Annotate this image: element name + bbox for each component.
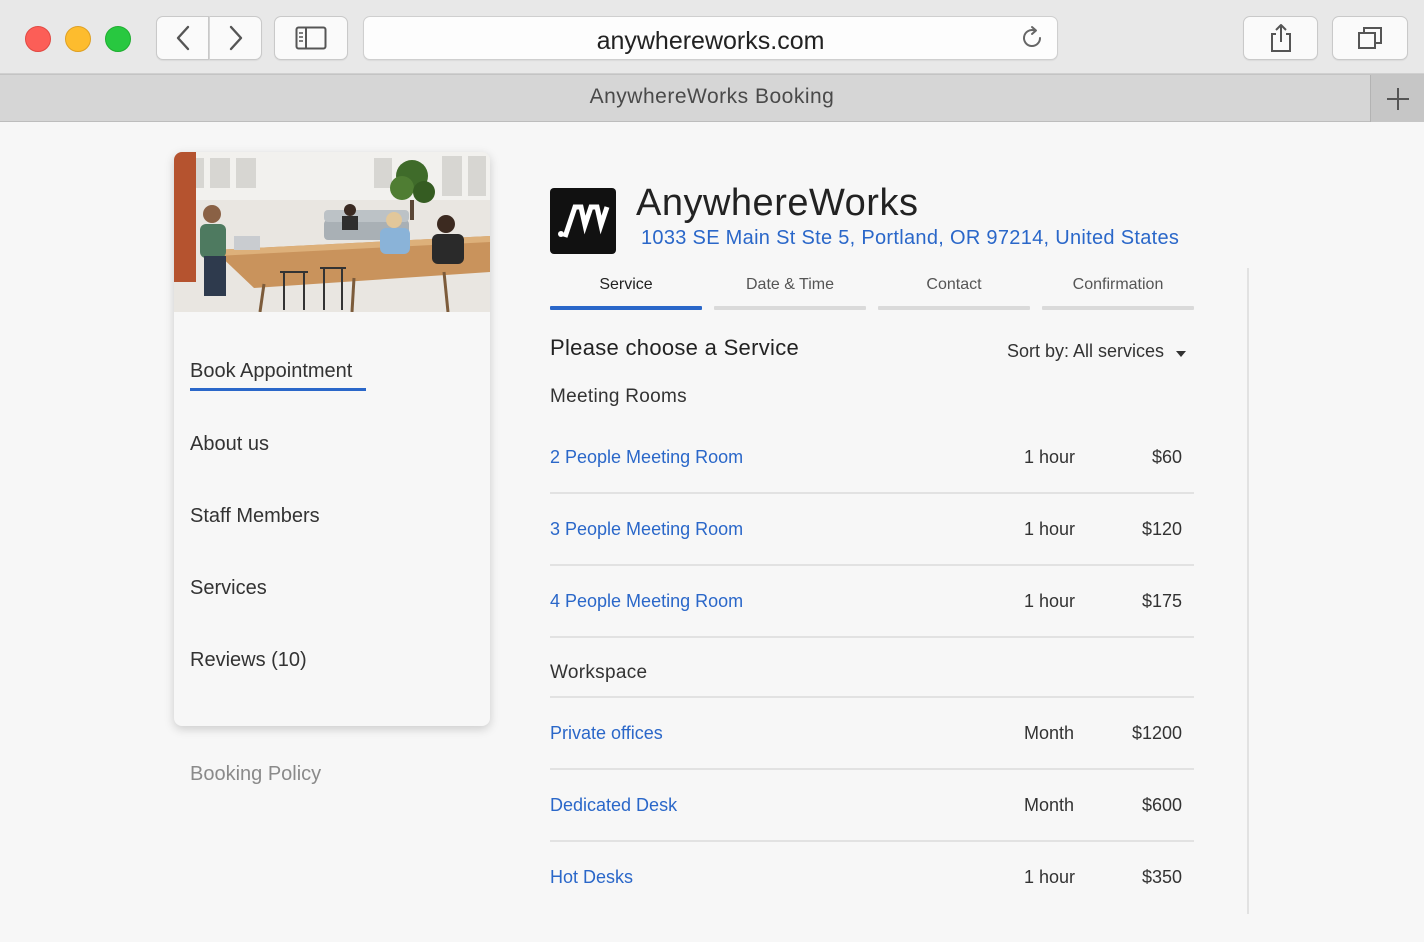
- business-name: AnywhereWorks: [636, 182, 919, 224]
- tab-date-time[interactable]: Date & Time: [714, 276, 866, 294]
- service-link[interactable]: 2 People Meeting Room: [550, 447, 743, 468]
- service-link[interactable]: Private offices: [550, 723, 663, 744]
- service-link[interactable]: Hot Desks: [550, 867, 633, 888]
- service-duration: 1 hour: [1024, 447, 1076, 467]
- service-duration: 1 hour: [1024, 519, 1076, 539]
- chevron-left-icon: [176, 25, 189, 51]
- business-logo: [550, 188, 616, 254]
- tab-date-time-indicator: [714, 306, 866, 310]
- sidebar-item-staff-members[interactable]: Staff Members: [190, 505, 320, 528]
- tab-confirmation-indicator: [1042, 306, 1194, 310]
- active-indicator: [190, 388, 366, 391]
- booking-policy-link[interactable]: Booking Policy: [190, 763, 321, 786]
- forward-button[interactable]: [209, 16, 262, 60]
- aw-logo-icon: [558, 204, 610, 238]
- sidebar-icon: [295, 26, 327, 50]
- service-price: $60: [1151, 447, 1182, 467]
- row-divider: [550, 696, 1194, 698]
- sidebar-item-reviews[interactable]: Reviews (10): [190, 649, 307, 672]
- service-price: $175: [1141, 591, 1182, 611]
- chevron-right-icon: [229, 25, 242, 51]
- service-duration: 1 hour: [1024, 591, 1076, 611]
- address-bar[interactable]: anywhereworks.com: [363, 16, 1058, 60]
- row-divider: [550, 492, 1194, 494]
- row-divider: [550, 564, 1194, 566]
- sidebar-item-services[interactable]: Services: [190, 577, 267, 600]
- business-address-link[interactable]: 1033 SE Main St Ste 5, Portland, OR 9721…: [641, 227, 1179, 250]
- service-link[interactable]: 3 People Meeting Room: [550, 519, 743, 540]
- share-button[interactable]: [1243, 16, 1318, 60]
- url-text: anywhereworks.com: [596, 27, 825, 55]
- share-icon: [1270, 24, 1291, 52]
- service-price: $350: [1141, 867, 1182, 887]
- back-button[interactable]: [156, 16, 209, 60]
- row-divider: [550, 840, 1194, 842]
- tab-service-indicator: [550, 306, 702, 310]
- minimize-window-button[interactable]: [65, 26, 91, 52]
- row-divider: [550, 636, 1194, 638]
- service-price: $1200: [1131, 723, 1182, 743]
- show-tabs-button[interactable]: [1332, 16, 1408, 60]
- service-price: $600: [1141, 795, 1182, 815]
- tab-bar: AnywhereWorks Booking: [0, 74, 1424, 122]
- sidebar-item-book-appointment[interactable]: Book Appointment: [190, 360, 352, 383]
- tab-contact-indicator: [878, 306, 1030, 310]
- service-duration: 1 hour: [1024, 867, 1076, 887]
- service-link[interactable]: Dedicated Desk: [550, 795, 677, 816]
- service-price: $120: [1141, 519, 1182, 539]
- group-title-meeting-rooms: Meeting Rooms: [550, 386, 687, 407]
- new-tab-button[interactable]: [1370, 75, 1424, 122]
- page-title: Please choose a Service: [550, 335, 800, 360]
- tab-confirmation[interactable]: Confirmation: [1042, 276, 1194, 294]
- close-window-button[interactable]: [25, 26, 51, 52]
- service-duration: Month: [1024, 723, 1075, 743]
- content-divider: [1247, 268, 1249, 914]
- reload-button[interactable]: [1019, 25, 1045, 56]
- sidebar-toggle-button[interactable]: [274, 16, 348, 60]
- reload-icon: [1023, 26, 1042, 47]
- sort-dropdown[interactable]: Sort by: All services: [1007, 341, 1164, 362]
- tabs-icon: [1358, 27, 1382, 49]
- group-title-workspace: Workspace: [550, 662, 648, 683]
- office-photo: [174, 152, 490, 312]
- tab-service[interactable]: Service: [550, 276, 702, 294]
- tab-title[interactable]: AnywhereWorks Booking: [0, 85, 1424, 109]
- zoom-window-button[interactable]: [105, 26, 131, 52]
- sidebar-card: Book Appointment About us Staff Members …: [174, 152, 490, 726]
- browser-toolbar: anywhereworks.com: [0, 0, 1424, 74]
- caret-down-icon[interactable]: [1176, 351, 1186, 357]
- service-duration: Month: [1024, 795, 1075, 815]
- plus-icon: [1386, 87, 1409, 110]
- tab-contact[interactable]: Contact: [878, 276, 1030, 294]
- sidebar-item-about-us[interactable]: About us: [190, 433, 269, 456]
- service-link[interactable]: 4 People Meeting Room: [550, 591, 743, 612]
- row-divider: [550, 768, 1194, 770]
